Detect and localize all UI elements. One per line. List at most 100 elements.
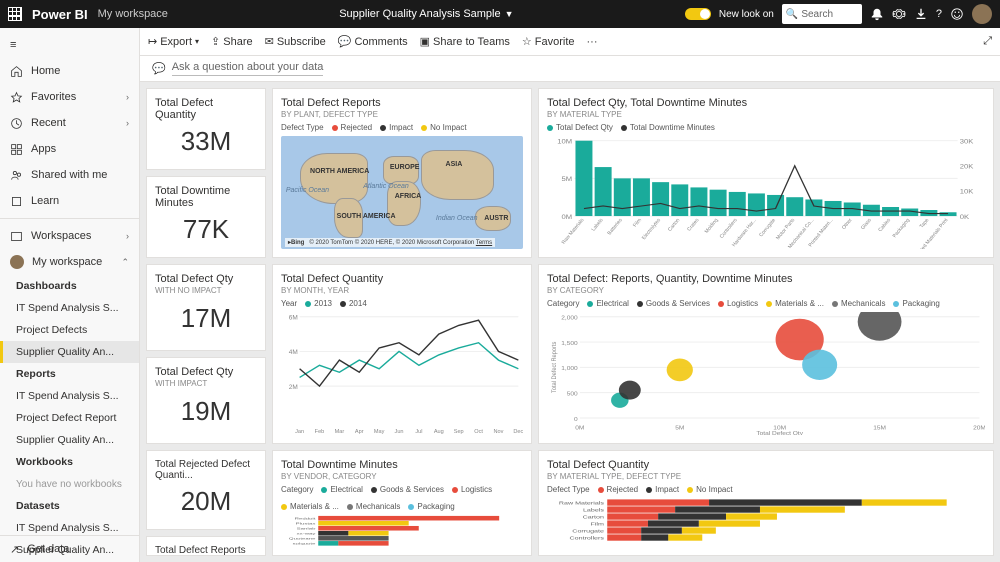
- nav-favorites[interactable]: Favorites›: [0, 84, 139, 110]
- dashboard-canvas: Total Defect Quantity 33M Total Downtime…: [140, 82, 1000, 562]
- nav-home[interactable]: Home: [0, 58, 139, 84]
- nav-rep-item-1[interactable]: Project Defect Report: [0, 407, 139, 429]
- search-input[interactable]: 🔍Search: [782, 4, 862, 24]
- nav-recent[interactable]: Recent›: [0, 110, 139, 136]
- nav-my-workspace[interactable]: My workspace⌃: [0, 249, 139, 275]
- nav-hamburger[interactable]: ≡: [0, 32, 139, 58]
- nav-workspaces[interactable]: Workspaces›: [0, 223, 139, 249]
- page-title[interactable]: Supplier Quality Analysis Sample▼: [178, 8, 675, 20]
- nav-learn[interactable]: Learn: [0, 188, 139, 214]
- brand-label: Power BI: [32, 7, 88, 22]
- comments-button[interactable]: 💬Comments: [338, 35, 408, 48]
- new-look-toggle[interactable]: [685, 8, 711, 20]
- hamburger-icon: ≡: [10, 39, 16, 51]
- tile-kpi-reports[interactable]: Total Defect Reports: [146, 536, 266, 556]
- svg-text:Controllers: Controllers: [719, 217, 740, 239]
- svg-text:Apr: Apr: [355, 429, 364, 435]
- nav-dash-item-2[interactable]: Supplier Quality An...: [0, 341, 139, 363]
- user-avatar[interactable]: [972, 4, 992, 24]
- more-button[interactable]: ···: [587, 36, 598, 48]
- download-icon[interactable]: [914, 7, 928, 21]
- tile-line-chart[interactable]: Total Defect Quantity BY MONTH, YEAR Yea…: [272, 264, 532, 444]
- svg-text:Raw Materials: Raw Materials: [559, 501, 604, 506]
- workspace-crumb[interactable]: My workspace: [98, 8, 168, 20]
- svg-text:Plustax: Plustax: [296, 522, 317, 526]
- export-button[interactable]: ↦Export▾: [148, 35, 199, 48]
- bar-vendor-svg: ReddoitPlustaxSanlabxx-wayQuoteanesolquo…: [281, 515, 523, 547]
- svg-text:1,000: 1,000: [561, 366, 578, 372]
- svg-text:Mar: Mar: [335, 429, 345, 435]
- notifications-icon[interactable]: [870, 7, 884, 21]
- svg-text:Cables: Cables: [877, 217, 892, 232]
- nav-get-data[interactable]: ↗Get data: [0, 536, 139, 562]
- nav-rep-item-0[interactable]: IT Spend Analysis S...: [0, 385, 139, 407]
- nav-shared[interactable]: Shared with me: [0, 162, 139, 188]
- search-icon: 🔍: [786, 9, 798, 20]
- top-bar: Power BI My workspace Supplier Quality A…: [0, 0, 1000, 28]
- nav-apps[interactable]: Apps: [0, 136, 139, 162]
- help-icon[interactable]: ?: [936, 8, 942, 20]
- nav-rep-item-2[interactable]: Supplier Quality An...: [0, 429, 139, 451]
- nav-section-workbooks: Workbooks: [0, 451, 139, 473]
- nav-dash-item-1[interactable]: Project Defects: [0, 319, 139, 341]
- nav-wb-empty: You have no workbooks: [0, 473, 139, 495]
- chevron-up-icon: ⌃: [121, 257, 129, 268]
- svg-text:Carton: Carton: [667, 218, 682, 233]
- feedback-icon[interactable]: [950, 7, 964, 21]
- svg-text:Labels: Labels: [590, 217, 605, 232]
- svg-text:500: 500: [567, 391, 579, 397]
- svg-text:May: May: [374, 429, 385, 435]
- svg-text:Corrugate: Corrugate: [572, 529, 604, 534]
- tile-kpi-downtime[interactable]: Total Downtime Minutes 77K: [146, 176, 266, 258]
- tile-stacked-material[interactable]: Total Defect Quantity BY MATERIAL TYPE, …: [538, 450, 994, 556]
- tile-kpi-no-impact[interactable]: Total Defect Qty WITH NO IMPACT 17M: [146, 264, 266, 351]
- svg-text:0M: 0M: [575, 425, 584, 431]
- app-launcher-icon[interactable]: [8, 7, 22, 21]
- tile-kpi-rejected[interactable]: Total Rejected Defect Quanti... 20M: [146, 450, 266, 530]
- favorite-button[interactable]: ☆Favorite: [522, 35, 575, 48]
- teams-button[interactable]: ▣Share to Teams: [420, 35, 510, 48]
- qna-input[interactable]: 💬Ask a question about your data: [140, 56, 1000, 82]
- get-data-icon: ↗: [10, 543, 19, 556]
- workspaces-icon: [10, 230, 23, 243]
- new-look-label: New look on: [719, 9, 774, 20]
- line-legend: Year 2013 2014: [281, 299, 523, 308]
- svg-text:Other: Other: [841, 217, 854, 230]
- action-toolbar: ↦Export▾ ⇪Share ✉Subscribe 💬Comments ▣Sh…: [140, 28, 1000, 56]
- svg-text:0: 0: [574, 416, 578, 422]
- star-icon: ☆: [522, 35, 532, 48]
- svg-text:Corrugate: Corrugate: [758, 218, 777, 238]
- expand-button[interactable]: ⤢: [983, 35, 992, 48]
- chevron-right-icon: ›: [126, 92, 129, 102]
- settings-icon[interactable]: [892, 7, 906, 21]
- workspace-avatar: [10, 255, 24, 269]
- svg-text:2,000: 2,000: [561, 315, 578, 321]
- bar-legend: Category Electrical Goods & Services Log…: [281, 485, 523, 511]
- tile-kpi-defect-qty[interactable]: Total Defect Quantity 33M: [146, 88, 266, 170]
- share-icon: ⇪: [211, 35, 220, 48]
- share-button[interactable]: ⇪Share: [211, 35, 253, 48]
- svg-text:Film: Film: [632, 218, 643, 228]
- chevron-down-icon: ▼: [505, 9, 514, 19]
- svg-text:xx-way: xx-way: [297, 533, 317, 536]
- combo-chart-svg: 0M5M10M0K10K20K30KRaw MaterialsLabelsBat…: [547, 136, 985, 249]
- tile-bubble-chart[interactable]: Total Defect: Reports, Quantity, Downtim…: [538, 264, 994, 444]
- map-legend: Defect Type Rejected Impact No Impact: [281, 123, 523, 132]
- tile-kpi-impact[interactable]: Total Defect Qty WITH IMPACT 19M: [146, 357, 266, 444]
- star-icon: [10, 91, 23, 104]
- svg-text:0M: 0M: [562, 213, 573, 220]
- tile-map[interactable]: Total Defect Reports BY PLANT, DEFECT TY…: [272, 88, 532, 258]
- nav-section-reports: Reports: [0, 363, 139, 385]
- tile-bar-vendor[interactable]: Total Downtime Minutes BY VENDOR, CATEGO…: [272, 450, 532, 556]
- svg-text:Nov: Nov: [493, 429, 503, 435]
- nav-dash-item-0[interactable]: IT Spend Analysis S...: [0, 297, 139, 319]
- svg-text:Batteries: Batteries: [606, 217, 624, 236]
- svg-text:Raw Materials: Raw Materials: [561, 217, 586, 245]
- tile-combo-chart[interactable]: Total Defect Qty, Total Downtime Minutes…: [538, 88, 994, 258]
- home-icon: [10, 65, 23, 78]
- subscribe-button[interactable]: ✉Subscribe: [265, 35, 326, 48]
- svg-text:Packaging: Packaging: [892, 218, 912, 239]
- svg-text:solquote: solquote: [293, 542, 316, 546]
- svg-text:0K: 0K: [960, 213, 970, 220]
- world-map[interactable]: NORTH AMERICA EUROPE ASIA AFRICA SOUTH A…: [281, 136, 523, 249]
